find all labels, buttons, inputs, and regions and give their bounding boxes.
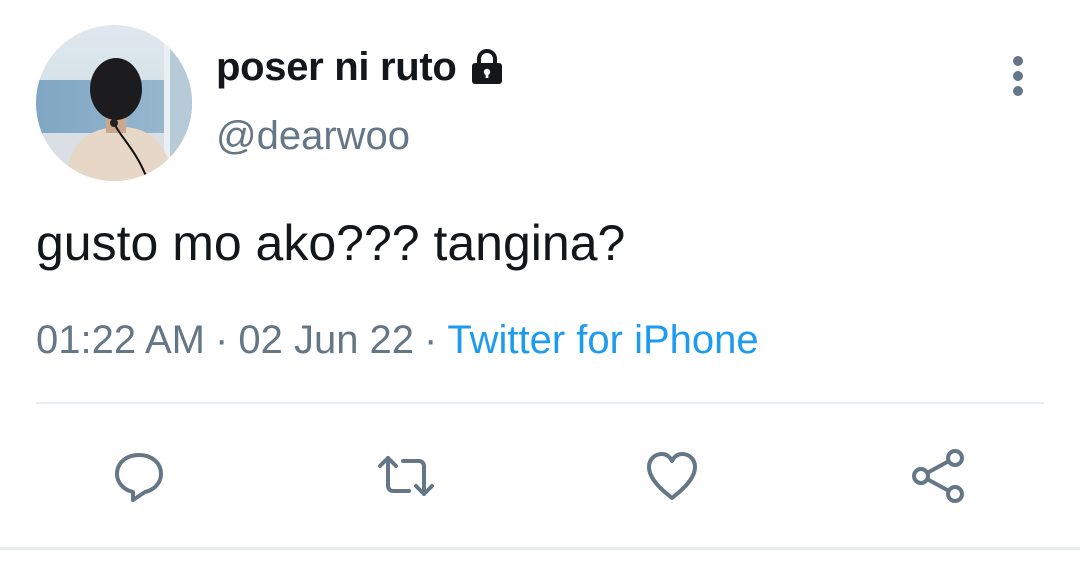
bottom-divider bbox=[0, 547, 1080, 550]
tweet-source-link[interactable]: Twitter for iPhone bbox=[447, 318, 758, 363]
tweet-meta: 01:22 AM · 02 Jun 22 · Twitter for iPhon… bbox=[36, 318, 759, 363]
reply-button[interactable] bbox=[109, 446, 169, 506]
like-button[interactable] bbox=[642, 446, 702, 506]
meta-separator: · bbox=[215, 318, 229, 362]
more-vertical-icon bbox=[1013, 56, 1023, 96]
retweet-button[interactable] bbox=[376, 446, 436, 506]
more-options-button[interactable] bbox=[998, 52, 1038, 100]
retweet-icon bbox=[378, 456, 434, 496]
divider bbox=[36, 402, 1044, 404]
display-name[interactable]: poser ni ruto bbox=[216, 45, 457, 90]
share-button[interactable] bbox=[909, 446, 969, 506]
avatar[interactable] bbox=[36, 25, 192, 181]
user-name-row[interactable]: poser ni ruto bbox=[216, 42, 507, 92]
tweet-date[interactable]: 02 Jun 22 bbox=[238, 318, 414, 363]
heart-icon bbox=[647, 452, 697, 500]
tweet-time[interactable]: 01:22 AM bbox=[36, 318, 205, 363]
lock-icon bbox=[467, 47, 507, 87]
tweet-text: gusto mo ako??? tangina? bbox=[36, 215, 626, 271]
user-handle[interactable]: @dearwoo bbox=[216, 114, 410, 159]
meta-separator: · bbox=[424, 318, 438, 362]
share-icon bbox=[912, 449, 964, 503]
reply-icon bbox=[115, 453, 163, 502]
